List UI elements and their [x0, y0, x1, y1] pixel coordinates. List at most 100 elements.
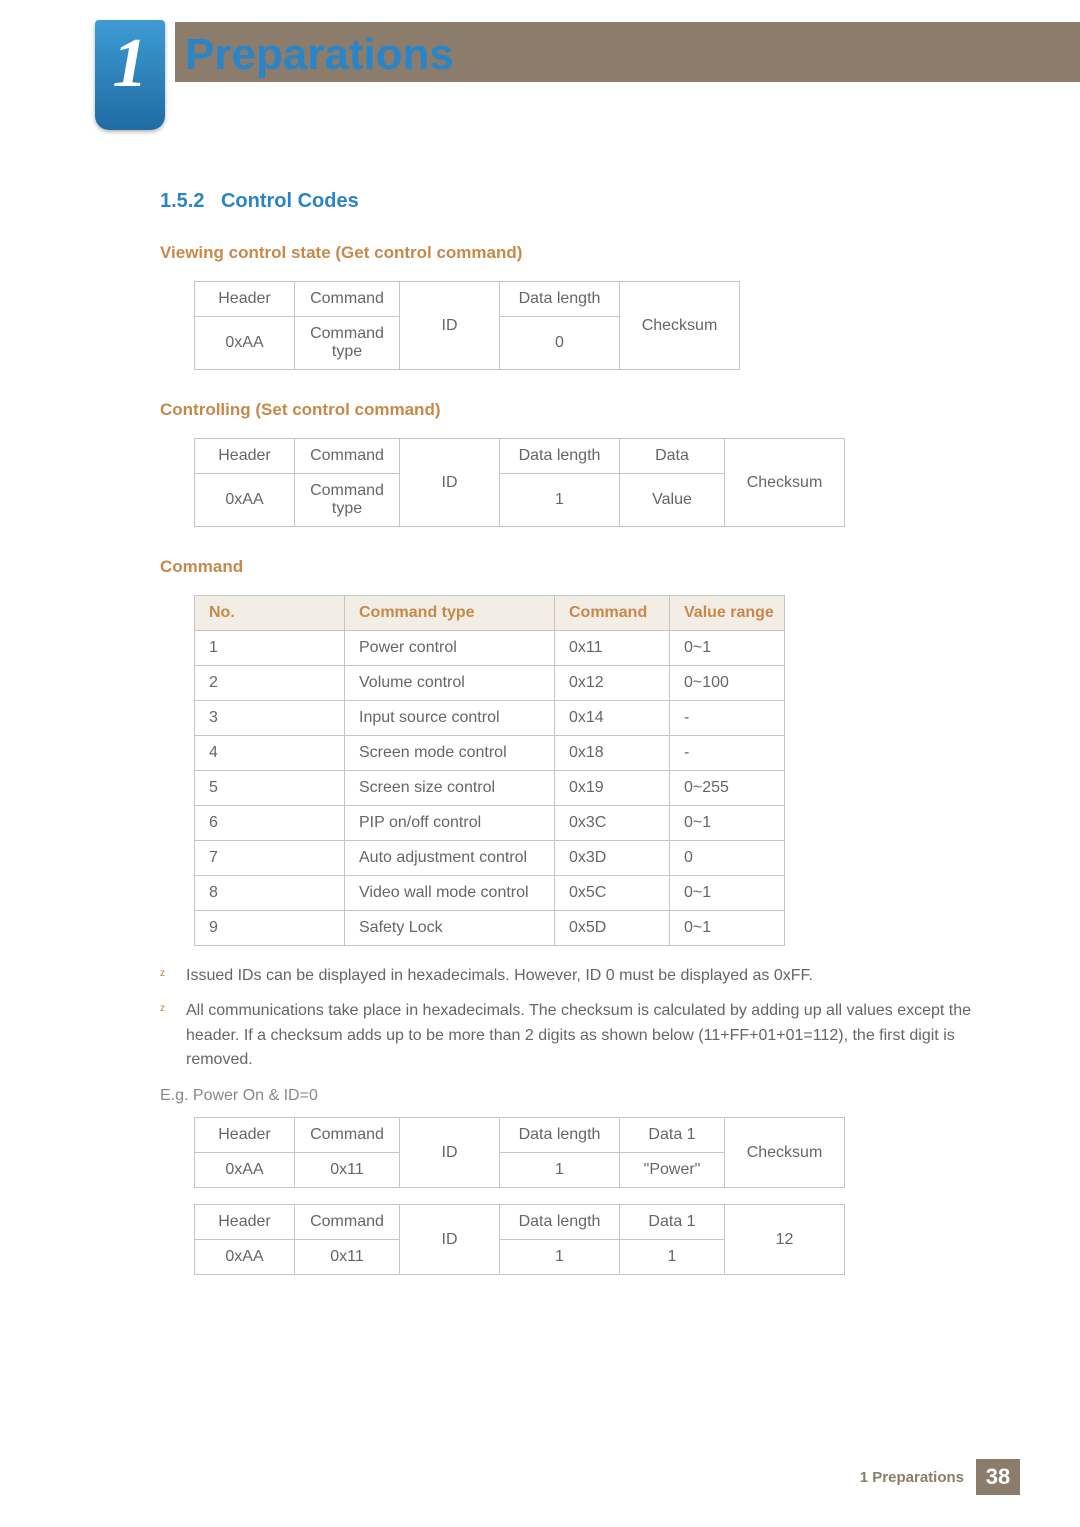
- cell: 2: [195, 666, 345, 701]
- table-row: 3Input source control0x14-: [195, 701, 785, 736]
- cell: 12: [725, 1205, 845, 1275]
- cell: 0x3D: [555, 841, 670, 876]
- cell: 0x5D: [555, 911, 670, 946]
- col-header: Value range: [670, 596, 785, 631]
- list-item: z Issued IDs can be displayed in hexadec…: [160, 964, 995, 989]
- subsection-title-command: Command: [160, 557, 995, 577]
- table-row: 4Screen mode control0x18-: [195, 736, 785, 771]
- cell: ID: [400, 439, 500, 527]
- cell: Command type: [295, 317, 400, 370]
- section-title: Control Codes: [221, 190, 359, 213]
- cell: 0~255: [670, 771, 785, 806]
- example-label: E.g. Power On & ID=0: [160, 1087, 995, 1105]
- cell: Video wall mode control: [345, 876, 555, 911]
- cell: Header: [195, 282, 295, 317]
- cell: Safety Lock: [345, 911, 555, 946]
- spacer: [160, 1188, 995, 1204]
- cell: -: [670, 701, 785, 736]
- table-row: 6PIP on/off control0x3C0~1: [195, 806, 785, 841]
- table-row: 8Video wall mode control0x5C0~1: [195, 876, 785, 911]
- cell: 0~1: [670, 806, 785, 841]
- cell: -: [670, 736, 785, 771]
- cell: Command: [295, 1205, 400, 1240]
- cell: Data length: [500, 282, 620, 317]
- cell: 0~1: [670, 631, 785, 666]
- cell: Command: [295, 1118, 400, 1153]
- page-number: 38: [976, 1459, 1020, 1495]
- col-header: No.: [195, 596, 345, 631]
- cell: 0~100: [670, 666, 785, 701]
- cell: Command: [295, 439, 400, 474]
- cell: Power control: [345, 631, 555, 666]
- cell: Header: [195, 1205, 295, 1240]
- cell: Header: [195, 1118, 295, 1153]
- cell: 4: [195, 736, 345, 771]
- section-number: 1.5.2: [160, 190, 204, 213]
- cell: Data 1: [620, 1205, 725, 1240]
- cell: PIP on/off control: [345, 806, 555, 841]
- cell: 7: [195, 841, 345, 876]
- cell: 9: [195, 911, 345, 946]
- cell: Data length: [500, 1205, 620, 1240]
- table-row: Header Command ID Data length Checksum: [195, 282, 740, 317]
- table-example-1: Header Command ID Data length Data 1 Che…: [194, 1117, 845, 1188]
- cell: 0xAA: [195, 474, 295, 527]
- cell: 0: [670, 841, 785, 876]
- table-row: Header Command ID Data length Data 1 Che…: [195, 1118, 845, 1153]
- cell: 0xAA: [195, 1240, 295, 1275]
- cell: 6: [195, 806, 345, 841]
- cell: 0x11: [555, 631, 670, 666]
- section-heading: 1.5.2 Control Codes: [160, 190, 995, 213]
- cell: "Power": [620, 1153, 725, 1188]
- cell: Screen size control: [345, 771, 555, 806]
- table-row: No. Command type Command Value range: [195, 596, 785, 631]
- cell: Volume control: [345, 666, 555, 701]
- cell: Value: [620, 474, 725, 527]
- cell: Data 1: [620, 1118, 725, 1153]
- cell: 0x11: [295, 1240, 400, 1275]
- cell: 0x19: [555, 771, 670, 806]
- cell: Header: [195, 439, 295, 474]
- table-row: Header Command ID Data length Data Check…: [195, 439, 845, 474]
- cell: Input source control: [345, 701, 555, 736]
- subsection-title-get: Viewing control state (Get control comma…: [160, 243, 995, 263]
- table-get-command: Header Command ID Data length Checksum 0…: [194, 281, 740, 370]
- cell: Data length: [500, 1118, 620, 1153]
- note-text: All communications take place in hexadec…: [186, 999, 995, 1073]
- cell: 0x5C: [555, 876, 670, 911]
- cell: Command type: [295, 474, 400, 527]
- table-row: 7Auto adjustment control0x3D0: [195, 841, 785, 876]
- cell: 5: [195, 771, 345, 806]
- cell: 3: [195, 701, 345, 736]
- cell: 1: [500, 474, 620, 527]
- bullet-icon: z: [160, 999, 186, 1073]
- cell: 0~1: [670, 876, 785, 911]
- table-row: 9Safety Lock0x5D0~1: [195, 911, 785, 946]
- chapter-title: Preparations: [185, 30, 454, 80]
- header-bar: 1 Preparations: [0, 0, 1080, 130]
- footer-label: 1 Preparations: [860, 1469, 964, 1486]
- bullet-icon: z: [160, 964, 186, 989]
- cell: Screen mode control: [345, 736, 555, 771]
- col-header: Command: [555, 596, 670, 631]
- cell: ID: [400, 1118, 500, 1188]
- subsection-title-set: Controlling (Set control command): [160, 400, 995, 420]
- cell: 0x11: [295, 1153, 400, 1188]
- cell: 0x18: [555, 736, 670, 771]
- table-row: 2Volume control0x120~100: [195, 666, 785, 701]
- note-text: Issued IDs can be displayed in hexadecim…: [186, 964, 995, 989]
- col-header: Command type: [345, 596, 555, 631]
- cell: Checksum: [725, 1118, 845, 1188]
- cell: 1: [195, 631, 345, 666]
- table-row: Header Command ID Data length Data 1 12: [195, 1205, 845, 1240]
- cell: 1: [500, 1240, 620, 1275]
- table-row: 5Screen size control0x190~255: [195, 771, 785, 806]
- table-command-list: No. Command type Command Value range 1Po…: [194, 595, 785, 946]
- cell: 0~1: [670, 911, 785, 946]
- cell: 8: [195, 876, 345, 911]
- cell: 1: [620, 1240, 725, 1275]
- cell: 0x3C: [555, 806, 670, 841]
- list-item: z All communications take place in hexad…: [160, 999, 995, 1073]
- notes-list: z Issued IDs can be displayed in hexadec…: [160, 964, 995, 1073]
- cell: Data length: [500, 439, 620, 474]
